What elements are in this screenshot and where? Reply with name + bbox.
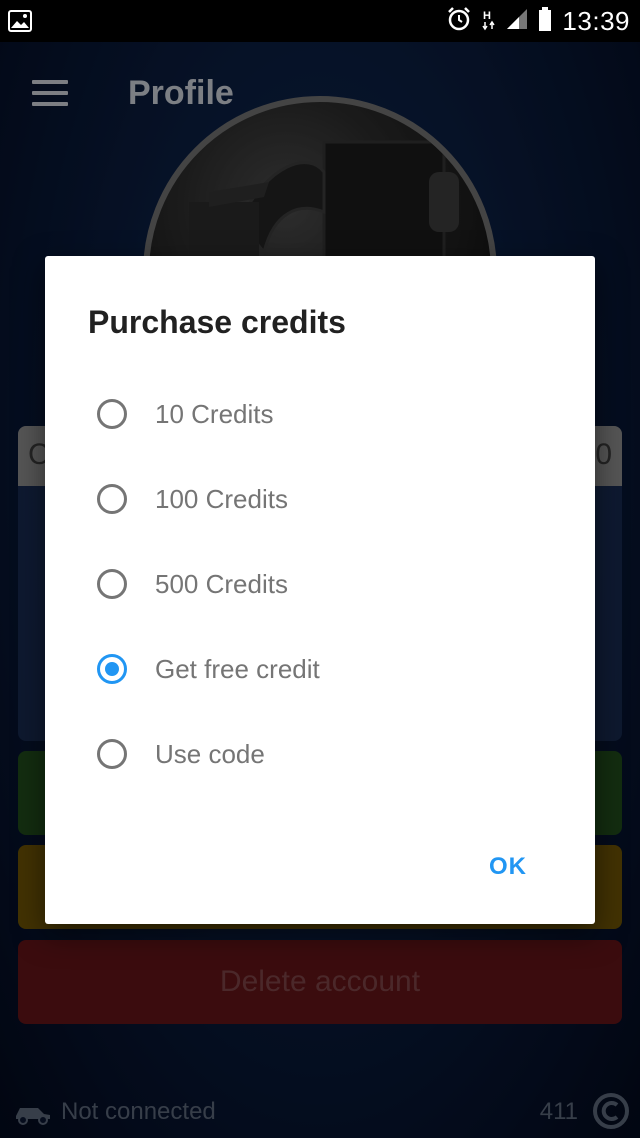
signal-icon xyxy=(506,8,528,35)
option-label: Get free credit xyxy=(155,653,320,684)
image-icon xyxy=(8,10,32,37)
option-label: Use code xyxy=(155,738,265,769)
purchase-credits-dialog: Purchase credits 10 Credits 100 Credits … xyxy=(45,256,595,924)
radio-button[interactable] xyxy=(97,484,127,514)
radio-button-selected[interactable] xyxy=(97,654,127,684)
svg-text:H: H xyxy=(483,10,491,22)
clock: 13:39 xyxy=(562,5,630,36)
ok-button[interactable]: OK xyxy=(489,853,527,881)
radio-button[interactable] xyxy=(97,569,127,599)
status-bar: H 13:39 xyxy=(0,0,640,42)
radio-button[interactable] xyxy=(97,399,127,429)
option-10-credits[interactable]: 10 Credits xyxy=(97,391,537,437)
option-label: 100 Credits xyxy=(155,483,288,514)
battery-icon xyxy=(538,6,552,37)
option-use-code[interactable]: Use code xyxy=(97,731,537,777)
option-500-credits[interactable]: 500 Credits xyxy=(97,561,537,607)
dialog-title: Purchase credits xyxy=(88,304,346,340)
option-get-free-credit[interactable]: Get free credit xyxy=(97,646,537,692)
option-label: 10 Credits xyxy=(155,398,274,429)
radio-button[interactable] xyxy=(97,739,127,769)
option-100-credits[interactable]: 100 Credits xyxy=(97,476,537,522)
option-label: 500 Credits xyxy=(155,568,288,599)
app-screen: H 13:39 Profile C 0 Delete account Not c… xyxy=(0,0,640,1138)
alarm-icon xyxy=(446,6,472,37)
h-plus-signal-icon: H xyxy=(482,7,496,36)
